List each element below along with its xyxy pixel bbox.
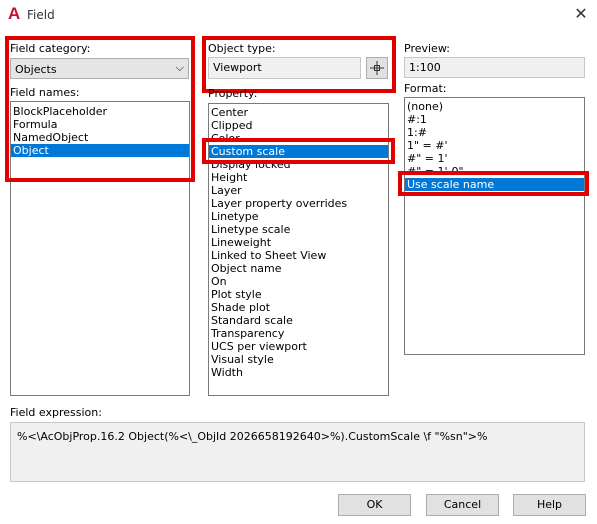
field-category-value: Objects <box>15 63 57 76</box>
ok-button[interactable]: OK <box>338 494 411 516</box>
list-item[interactable]: #" = 1'-0" <box>405 165 584 178</box>
field-category-label: Field category: <box>10 42 91 55</box>
list-item[interactable]: NamedObject <box>11 131 189 144</box>
field-expression-text: %<\AcObjProp.16.2 Object(%<\_ObjId 20266… <box>17 430 488 443</box>
list-item[interactable]: Linetype scale <box>209 223 388 236</box>
list-item[interactable]: Transparency <box>209 327 388 340</box>
property-list[interactable]: Center Clipped Color Custom scale Displa… <box>208 103 389 396</box>
list-item[interactable]: UCS per viewport <box>209 340 388 353</box>
list-item[interactable]: Standard scale <box>209 314 388 327</box>
list-item[interactable]: Linked to Sheet View <box>209 249 388 262</box>
autocad-a-icon: A <box>8 4 21 23</box>
list-item[interactable]: Linetype <box>209 210 388 223</box>
close-x-icon[interactable]: ✕ <box>572 5 590 23</box>
list-item[interactable]: BlockPlaceholder <box>11 105 189 118</box>
list-item[interactable]: Display locked <box>209 158 388 171</box>
field-names-list[interactable]: BlockPlaceholder Formula NamedObject Obj… <box>10 101 190 396</box>
field-names-label: Field names: <box>10 86 80 99</box>
format-list[interactable]: (none) #:1 1:# 1" = #' #" = 1' #" = 1'-0… <box>404 97 585 355</box>
list-item[interactable]: 1:# <box>405 126 584 139</box>
list-item[interactable]: Center <box>209 106 388 119</box>
list-item[interactable]: Clipped <box>209 119 388 132</box>
title-bar: A Field ✕ <box>0 0 597 30</box>
list-item[interactable]: Lineweight <box>209 236 388 249</box>
object-type-label: Object type: <box>208 42 276 55</box>
list-item-selected[interactable]: Use scale name <box>405 178 584 191</box>
list-item[interactable]: Plot style <box>209 288 388 301</box>
list-item[interactable]: Formula <box>11 118 189 131</box>
dialog-title: Field <box>27 8 55 22</box>
list-item[interactable]: Layer <box>209 184 388 197</box>
list-item[interactable]: 1" = #' <box>405 139 584 152</box>
list-item[interactable]: #" = 1' <box>405 152 584 165</box>
list-item[interactable]: Visual style <box>209 353 388 366</box>
field-expression-box[interactable]: %<\AcObjProp.16.2 Object(%<\_ObjId 20266… <box>10 422 585 482</box>
list-item[interactable]: #:1 <box>405 113 584 126</box>
field-category-dropdown[interactable]: Objects ⌵ <box>10 58 189 79</box>
help-button[interactable]: Help <box>513 494 586 516</box>
field-expression-label: Field expression: <box>10 406 102 419</box>
property-label: Property: <box>208 87 258 100</box>
list-item-selected[interactable]: Object <box>11 144 189 157</box>
list-item[interactable]: Color <box>209 132 388 145</box>
cancel-button[interactable]: Cancel <box>426 494 499 516</box>
list-item[interactable]: Shade plot <box>209 301 388 314</box>
list-item[interactable]: Layer property overrides <box>209 197 388 210</box>
object-type-field: Viewport <box>208 57 361 79</box>
preview-field: 1:100 <box>404 57 585 78</box>
select-object-button[interactable] <box>366 57 388 79</box>
pick-object-crosshair-icon <box>370 61 384 75</box>
list-item[interactable]: On <box>209 275 388 288</box>
preview-label: Preview: <box>404 42 450 55</box>
list-item[interactable]: Height <box>209 171 388 184</box>
list-item[interactable]: (none) <box>405 100 584 113</box>
format-label: Format: <box>404 82 447 95</box>
list-item[interactable]: Object name <box>209 262 388 275</box>
list-item-selected[interactable]: Custom scale <box>209 145 388 158</box>
list-item[interactable]: Width <box>209 366 388 379</box>
chevron-down-icon: ⌵ <box>175 61 184 74</box>
